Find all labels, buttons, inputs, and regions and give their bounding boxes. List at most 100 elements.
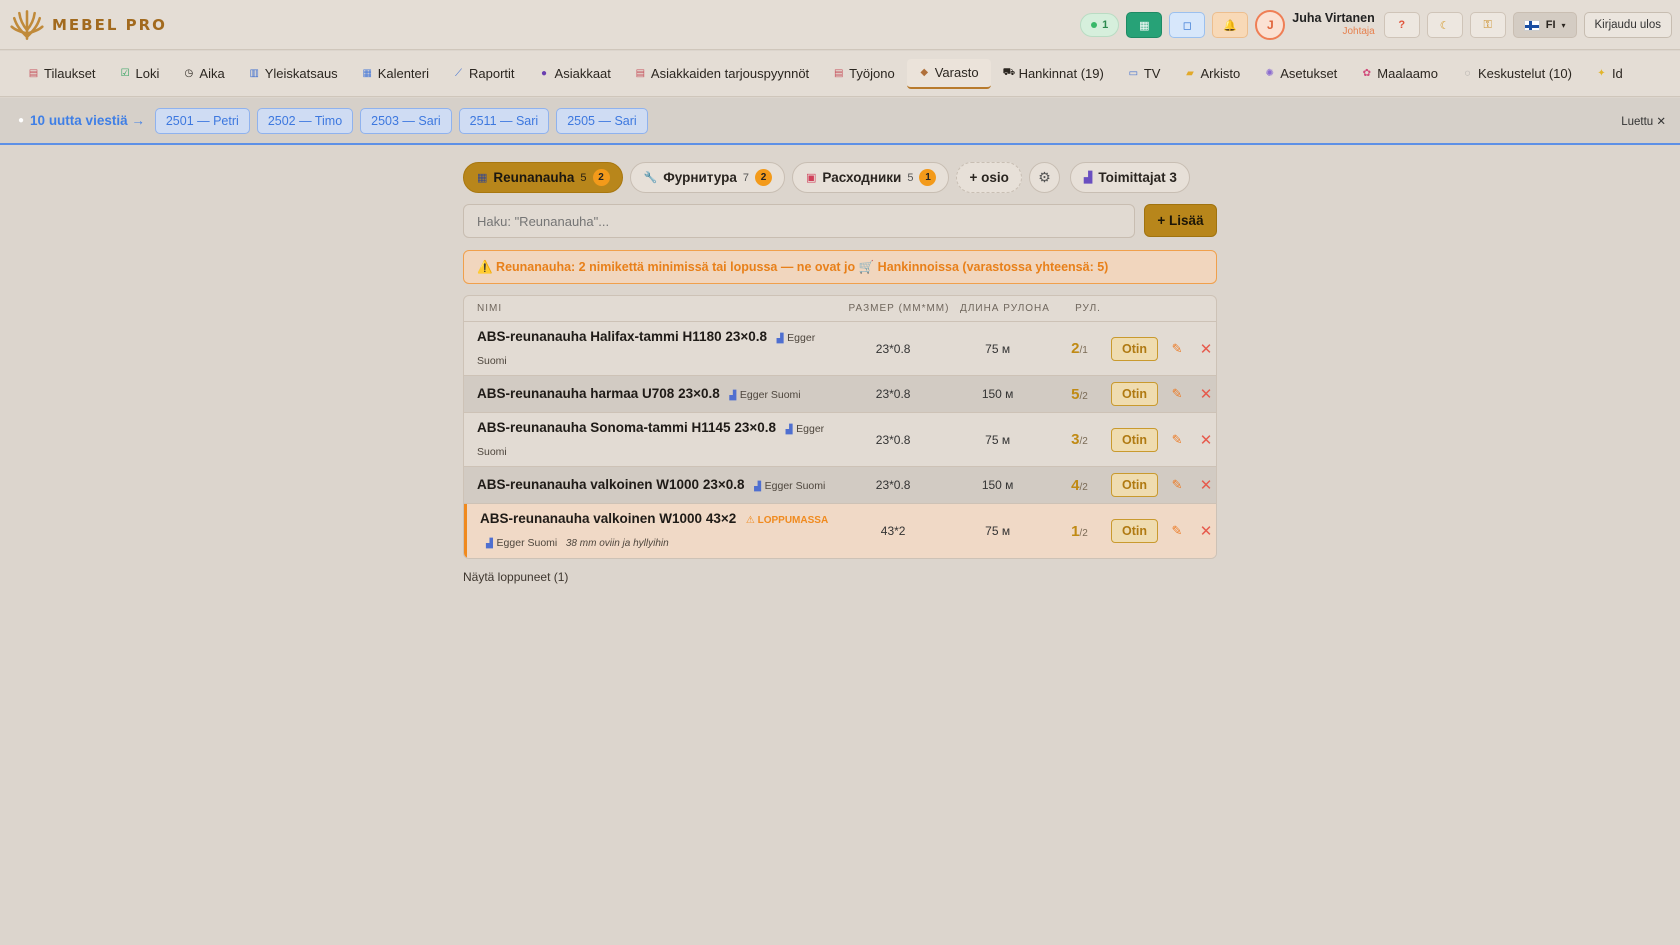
inventory-table: Nimi Размер (мм*мм) Длина рулона Рул. AB… [463,295,1217,559]
mark-read-button[interactable]: Luettu ✕ [1621,114,1666,128]
close-icon[interactable]: ✕ [1196,522,1216,540]
close-icon[interactable]: ✕ [1196,476,1216,494]
message-chip[interactable]: 2511 — Sari [458,107,550,134]
grid-view-button[interactable]: ▦ [1126,12,1163,38]
nav-item-tv[interactable]: ▭ TV [1116,59,1173,89]
logout-button[interactable]: Kirjaudu ulos [1583,12,1672,38]
nav-item-loki[interactable]: ☑ Loki [108,59,172,89]
message-chip[interactable]: 2505 — Sari [556,107,648,134]
tv-icon: ▭ [1128,68,1139,79]
nav-item-hankinnat[interactable]: ⛟ Hankinnat (19) [991,59,1116,89]
main-nav: ▤ Tilaukset ☑ Loki ◷ Aika ▥ Yleiskatsaus ▦ Ka… [0,51,1680,97]
tab-settings-button[interactable]: ⚙ [1028,162,1060,193]
nav-item-yleiskatsaus[interactable]: ▥ Yleiskatsaus [237,59,350,89]
pencil-icon[interactable]: ✎ [1167,432,1187,448]
lightbulb-icon: ✦ [1597,68,1606,79]
finland-flag-icon [1523,19,1540,31]
folder-icon: ▰ [1186,68,1194,79]
item-title[interactable]: ABS-reunanauha Halifax-tammi H1180 23×0.… [477,329,767,344]
search-input[interactable] [463,204,1135,238]
pencil-icon[interactable]: ✎ [1167,523,1187,539]
item-title[interactable]: ABS-reunanauha Sonoma-tammi H1145 23×0.8 [477,420,776,435]
suppliers-button[interactable]: ▟ Toimittajat 3 [1069,162,1190,193]
factory-icon: ▟ [785,423,793,434]
nav-item-varasto[interactable]: ◆ Varasto [906,58,991,89]
nav-item-tilaukset[interactable]: ▤ Tilaukset [16,59,108,89]
item-title[interactable]: ABS-reunanauha valkoinen W1000 23×0.8 [477,477,744,492]
take-button[interactable]: Otin [1111,427,1159,452]
new-messages-link[interactable]: ● 10 uutta viestiä → [18,113,145,128]
column-header-name[interactable]: Nimi [464,303,846,314]
online-count: 1 [1102,19,1109,31]
size-cell: 23*0.8 [875,478,911,492]
nav-item-kalenteri[interactable]: ▦ Kalenteri [350,59,441,89]
nav-item-raportit[interactable]: ⟋ Raportit [441,59,527,89]
message-chip[interactable]: 2502 — Timo [256,107,354,134]
nav-item-keskustelut[interactable]: ◌ Keskustelut (10) [1450,59,1584,89]
take-button[interactable]: Otin [1111,519,1158,543]
rolls-cell: 4/2 [1050,477,1109,494]
nav-label: Arkisto [1200,66,1241,81]
close-icon[interactable]: ✕ [1196,340,1216,358]
add-item-button[interactable]: + Lisää [1144,204,1217,237]
close-icon[interactable]: ✕ [1196,431,1216,449]
rolls-cell: 1/2 [1050,523,1109,540]
message-chip[interactable]: 2503 — Sari [360,107,452,134]
nav-item-asiakkaat[interactable]: ● Asiakkaat [527,59,623,89]
take-button[interactable]: Otin [1111,473,1159,497]
row-actions: Otin ✎ ✕ [1111,427,1216,452]
online-status-badge[interactable]: 1 [1080,13,1120,37]
tab-reunanauha[interactable]: ▦ Reunanauha 5 2 [463,162,623,193]
item-title[interactable]: ABS-reunanauha valkoinen W1000 43×2 [480,511,736,526]
nav-item-tyojono[interactable]: ▤ Työjono [821,59,907,89]
close-icon[interactable]: ✕ [1196,385,1216,403]
size-cell: 23*0.8 [875,387,911,401]
logo[interactable]: MEBEL PRO [10,8,167,42]
notifications-button[interactable]: 🔔 [1212,12,1249,38]
key-icon: ⚿ [1483,18,1492,31]
length-cell: 75 м [985,341,1011,356]
key-button[interactable]: ⚿ [1469,12,1506,38]
nav-item-aika[interactable]: ◷ Aika [171,59,236,89]
column-header-size[interactable]: Размер (мм*мм) [846,303,952,314]
bar-chart-icon: ▥ [249,68,259,79]
nav-item-asetukset[interactable]: ✺ Asetukset [1252,59,1349,89]
nav-label: Keskustelut (10) [1478,66,1572,81]
column-header-rolls[interactable]: Рул. [1058,303,1118,314]
pencil-icon[interactable]: ✎ [1167,477,1187,493]
item-title[interactable]: ABS-reunanauha harmaa U708 23×0.8 [477,386,720,401]
pencil-icon[interactable]: ✎ [1167,386,1187,402]
box-icon: ◆ [920,67,929,78]
screen-button[interactable]: ◻ [1169,12,1206,38]
pencil-icon[interactable]: ✎ [1167,341,1187,357]
tab-rashodniki[interactable]: ▣ Расходники 5 1 [791,162,950,193]
edge-tape-icon: ▦ [477,172,488,184]
screen-icon: ◻ [1182,19,1192,32]
stopwatch-icon: ◷ [184,68,194,79]
factory-icon: ▟ [1083,172,1093,184]
add-section-button[interactable]: + osio [956,162,1022,193]
length-cell: 75 м [985,432,1011,447]
chat-bubble-icon: ● [18,115,25,126]
avatar[interactable]: J [1255,10,1286,40]
supplier-name: Egger Suomi [739,388,801,401]
nav-item-ideas[interactable]: ✦ Id [1584,59,1635,89]
take-button[interactable]: Otin [1111,382,1159,406]
nav-label: Varasto [934,65,979,80]
theme-toggle-button[interactable]: ☾ [1426,12,1463,38]
rolls-min: /2 [1079,481,1088,493]
nav-item-tarjouspyynnot[interactable]: ▤ Asiakkaiden tarjouspyynnöt [623,59,821,89]
nav-label: Asetukset [1280,66,1338,81]
language-select[interactable]: FI ▾ [1512,12,1577,38]
search-row: + Lisää [463,204,1217,238]
help-button[interactable]: ? [1383,12,1420,38]
tab-furnitura[interactable]: 🔧 Фурнитура 7 2 [629,162,785,193]
show-ended-link[interactable]: Näytä loppuneet (1) [463,570,1217,584]
nav-item-arkisto[interactable]: ▰ Arkisto [1172,59,1252,89]
nav-item-maalaamo[interactable]: ✿ Maalaamo [1349,59,1450,89]
message-chip[interactable]: 2501 — Petri [154,107,250,134]
app-header: MEBEL PRO 1 ▦ ◻ 🔔 J Juha Virtanen Johtaj… [0,0,1680,50]
column-header-length[interactable]: Длина рулона [952,303,1058,314]
nav-label: Maalaamo [1377,66,1438,81]
take-button[interactable]: Otin [1111,336,1159,361]
